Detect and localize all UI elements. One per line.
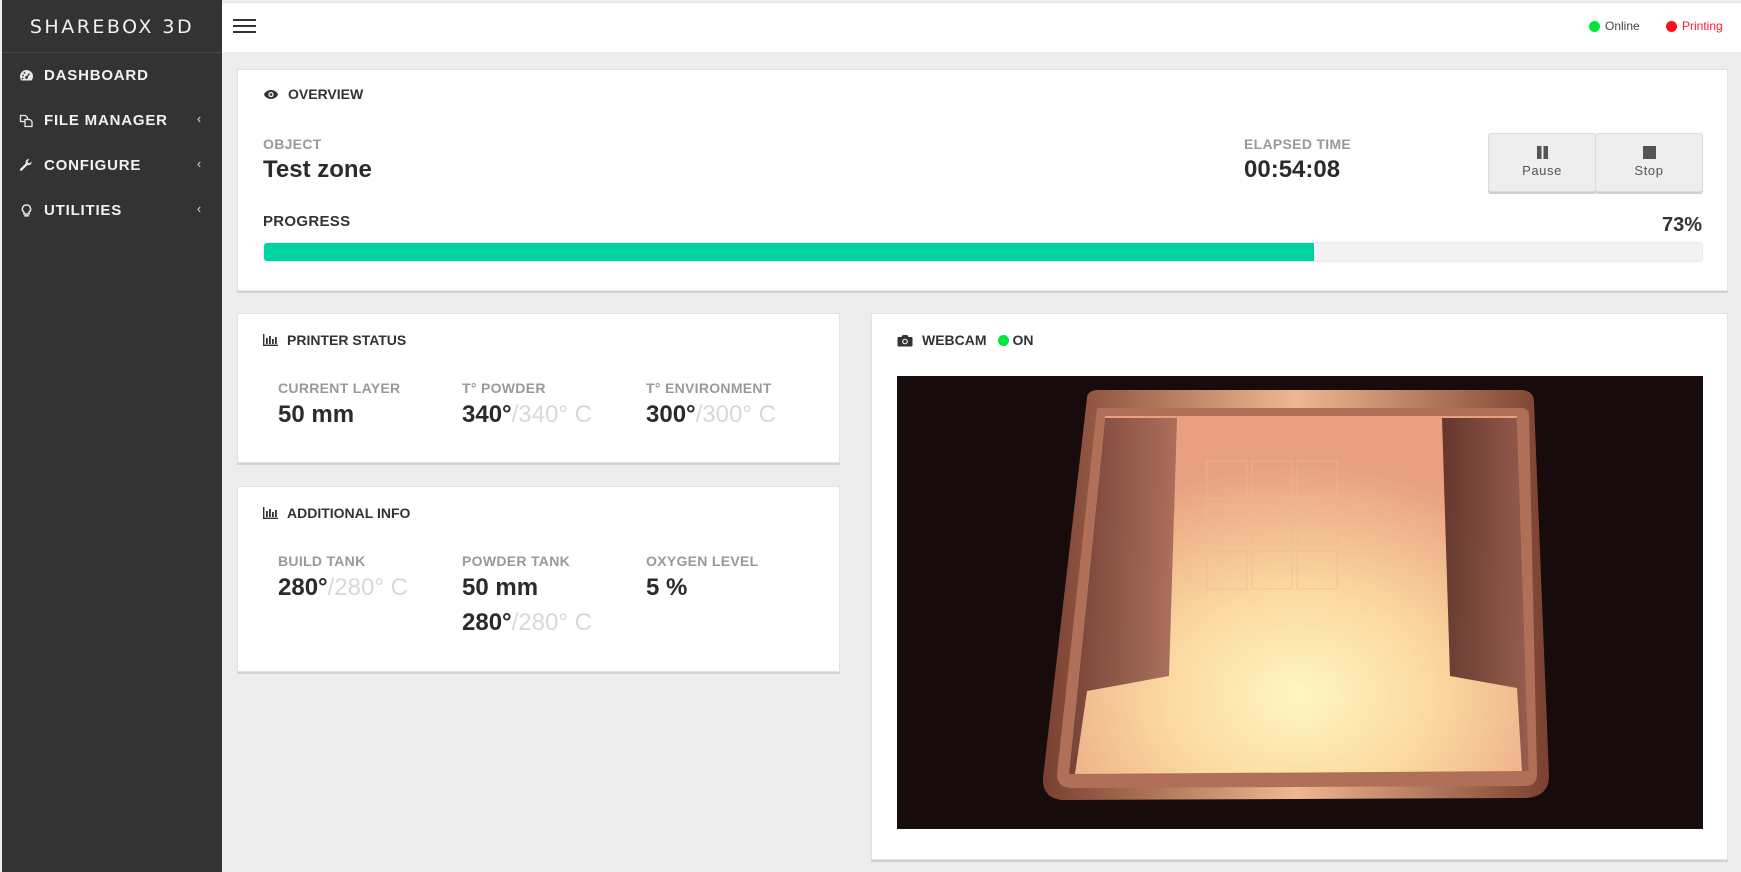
environment-temp-field: T° ENVIRONMENT 300°/300° C	[646, 380, 776, 430]
camera-icon	[897, 334, 913, 347]
stop-button[interactable]: Stop	[1595, 133, 1703, 192]
printer-status-title-text: PRINTER STATUS	[287, 332, 407, 348]
build-tank-target: /280° C	[327, 574, 408, 601]
webcam-status-dot	[997, 334, 1009, 346]
powder-temp-reading: 340°	[462, 401, 512, 428]
printer-status-card: PRINTER STATUS CURRENT LAYER 50 mm T° PO…	[237, 313, 840, 463]
bar-chart-icon	[263, 507, 278, 519]
sidebar-item-utilities[interactable]: UTILITIES ‹	[2, 188, 222, 233]
overview-title-text: OVERVIEW	[288, 86, 364, 102]
object-value: Test zone	[263, 156, 372, 183]
build-tank-label: BUILD TANK	[278, 553, 366, 569]
object-label: OBJECT	[263, 136, 322, 152]
chevron-left-icon: ‹	[196, 201, 202, 216]
stop-icon	[1596, 146, 1702, 159]
status-printing: Printing	[1666, 19, 1723, 33]
progress-bar-fill	[264, 243, 1314, 261]
sidebar: SHAREBOX 3D DASHBOARD FILE MANAGER ‹ CON…	[2, 0, 222, 872]
chevron-left-icon: ‹	[196, 111, 202, 126]
stop-label: Stop	[1634, 163, 1664, 178]
dashboard-icon	[17, 68, 35, 84]
top-bar: Online Printing	[222, 2, 1741, 52]
powder-tank-field: POWDER TANK 50 mm 280°/280° C	[462, 553, 592, 638]
eye-icon	[263, 89, 279, 100]
overview-card: OVERVIEW OBJECT Test zone ELAPSED TIME 0…	[237, 69, 1728, 291]
pause-button[interactable]: Pause	[1488, 133, 1596, 192]
build-tank-field: BUILD TANK 280°/280° C	[278, 553, 408, 603]
powder-temp-target: /340° C	[511, 401, 592, 428]
powder-temp-value: 340°/340° C	[462, 400, 592, 430]
status-label: Printing	[1682, 19, 1723, 33]
powder-tank-level: 50 mm	[462, 574, 539, 601]
printer-status-title: PRINTER STATUS	[263, 332, 406, 348]
build-tank-value: 280°/280° C	[278, 573, 408, 603]
elapsed-time-value: 00:54:08	[1244, 156, 1341, 183]
powder-tank-temp-target: /280° C	[511, 609, 592, 636]
webcam-title-text: WEBCAM	[922, 332, 987, 348]
powder-temp-field: T° POWDER 340°/340° C	[462, 380, 592, 430]
current-layer-field: CURRENT LAYER 50 mm	[278, 380, 400, 430]
sidebar-item-label: CONFIGURE	[44, 157, 142, 174]
bar-chart-icon	[263, 334, 278, 346]
powder-tank-temp-reading: 280°	[462, 609, 512, 636]
sidebar-item-label: UTILITIES	[44, 202, 123, 219]
powder-temp-label: T° POWDER	[462, 380, 546, 396]
oxygen-level-field: OXYGEN LEVEL 5 %	[646, 553, 759, 603]
progress-label: PROGRESS	[263, 213, 351, 230]
lightbulb-icon	[17, 203, 35, 219]
chevron-left-icon: ‹	[196, 156, 202, 171]
current-layer-label: CURRENT LAYER	[278, 380, 401, 396]
webcam-feed[interactable]	[897, 376, 1703, 829]
overview-title: OVERVIEW	[263, 86, 363, 102]
current-layer-reading: 50 mm	[278, 401, 355, 428]
webcam-image	[897, 376, 1703, 829]
environment-temp-value: 300°/300° C	[646, 400, 776, 430]
sidebar-item-configure[interactable]: CONFIGURE ‹	[2, 143, 222, 188]
oxygen-level-label: OXYGEN LEVEL	[646, 553, 759, 569]
additional-info-title-text: ADDITIONAL INFO	[287, 505, 411, 521]
powder-tank-temp: 280°/280° C	[462, 608, 592, 638]
sidebar-item-dashboard[interactable]: DASHBOARD	[2, 53, 222, 98]
webcam-status-text: ON	[1012, 332, 1034, 348]
files-icon	[17, 113, 35, 129]
environment-temp-target: /300° C	[695, 401, 776, 428]
sidebar-item-label: FILE MANAGER	[44, 112, 168, 129]
oxygen-level-value: 5 %	[646, 574, 688, 601]
status-label: Online	[1605, 19, 1640, 33]
environment-temp-reading: 300°	[646, 401, 696, 428]
status-dot-online	[1589, 20, 1600, 32]
build-tank-reading: 280°	[278, 574, 328, 601]
sidebar-item-label: DASHBOARD	[44, 67, 149, 84]
progress-bar	[263, 242, 1703, 262]
brand-logo[interactable]: SHAREBOX 3D	[2, 0, 222, 53]
powder-tank-label: POWDER TANK	[462, 553, 571, 569]
pause-icon	[1489, 146, 1595, 159]
additional-info-card: ADDITIONAL INFO BUILD TANK 280°/280° C P…	[237, 486, 840, 672]
webcam-card: WEBCAM ON	[871, 313, 1728, 860]
environment-temp-label: T° ENVIRONMENT	[646, 380, 772, 396]
webcam-title: WEBCAM ON	[897, 332, 1034, 348]
pause-label: Pause	[1522, 163, 1562, 178]
additional-info-title: ADDITIONAL INFO	[263, 505, 410, 521]
status-dot-printing	[1666, 20, 1677, 32]
wrench-icon	[17, 158, 35, 174]
elapsed-time-label: ELAPSED TIME	[1244, 136, 1352, 152]
sidebar-item-file-manager[interactable]: FILE MANAGER ‹	[2, 98, 222, 143]
current-layer-value: 50 mm	[278, 400, 400, 430]
progress-percent: 73%	[1661, 214, 1702, 236]
status-online: Online	[1589, 19, 1640, 33]
hamburger-icon[interactable]	[233, 19, 256, 37]
